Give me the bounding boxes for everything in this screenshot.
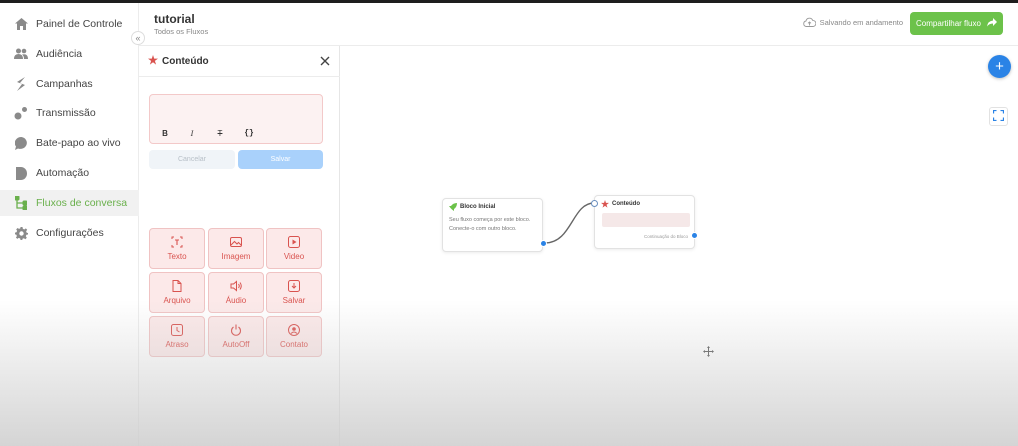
image-icon xyxy=(230,236,242,248)
bold-button[interactable]: B xyxy=(158,127,172,139)
broadcast-icon xyxy=(14,106,28,120)
cloud-sync-icon xyxy=(802,17,816,27)
block-video-button[interactable]: Video xyxy=(266,228,322,269)
video-icon xyxy=(288,236,300,248)
sidebar-item-label: Fluxos de conversa xyxy=(36,197,128,209)
gear-icon xyxy=(14,226,28,240)
users-icon xyxy=(14,47,28,61)
sidebar-item-live-chat[interactable]: Bate-papo ao vivo xyxy=(0,130,139,156)
star-icon xyxy=(148,52,158,70)
content-node[interactable]: Conteúdo Continuação do Bloco xyxy=(591,195,698,249)
contact-icon xyxy=(288,324,300,336)
sidebar-item-settings[interactable]: Configurações xyxy=(0,220,139,246)
block-text-button[interactable]: Texto xyxy=(149,228,205,269)
text-icon xyxy=(171,236,183,248)
power-icon xyxy=(230,324,242,336)
share-flow-label: Compartilhar fluxo xyxy=(916,19,981,28)
breadcrumb[interactable]: Todos os Fluxos xyxy=(154,27,208,36)
sidebar-item-dashboard[interactable]: Painel de Controle xyxy=(0,11,139,37)
block-save-button[interactable]: Salvar xyxy=(266,272,322,313)
block-contact-button[interactable]: Contato xyxy=(266,316,322,357)
block-label: Video xyxy=(283,252,305,261)
saving-status: Salvando em andamento xyxy=(802,17,903,27)
sidebar-item-label: Transmissão xyxy=(36,107,96,119)
block-label: Atraso xyxy=(165,340,189,349)
content-panel-title: Conteúdo xyxy=(162,55,209,67)
sidebar-item-label: Audiência xyxy=(36,48,83,60)
code-button[interactable]: {} xyxy=(242,127,256,139)
start-node-title: Bloco Inicial xyxy=(460,204,496,210)
saving-status-text: Salvando em andamento xyxy=(819,17,903,27)
add-block-button[interactable]: + xyxy=(988,55,1011,78)
sidebar-item-campaigns[interactable]: Campanhas xyxy=(0,71,139,97)
move-cursor-icon xyxy=(703,346,714,357)
italic-button[interactable]: I xyxy=(185,127,199,139)
sidebar-item-label: Painel de Controle xyxy=(36,18,123,30)
start-node-description: Seu fluxo começa por este bloco. Conecte… xyxy=(449,217,531,232)
sidebar: Painel de Controle Audiência Campanhas T… xyxy=(0,3,139,446)
block-label: Contato xyxy=(279,340,309,349)
expand-icon xyxy=(992,108,1005,126)
share-flow-button[interactable]: Compartilhar fluxo xyxy=(910,12,1003,35)
block-label: Arquivo xyxy=(163,296,191,305)
download-icon xyxy=(288,280,300,292)
chat-bubble-icon xyxy=(14,136,28,150)
home-icon xyxy=(14,17,28,31)
block-label: Imagem xyxy=(221,252,251,261)
rocket-icon xyxy=(449,203,457,211)
sidebar-item-automation[interactable]: Automação xyxy=(0,160,139,186)
sidebar-item-label: Campanhas xyxy=(36,78,93,90)
content-node-title: Conteúdo xyxy=(612,201,640,207)
close-icon[interactable] xyxy=(318,54,332,68)
block-label: Texto xyxy=(167,252,187,261)
block-autooff-button[interactable]: AutoOff xyxy=(208,316,264,357)
campaign-icon xyxy=(14,77,28,91)
star-icon xyxy=(601,200,609,208)
block-label: Áudio xyxy=(225,296,247,305)
sidebar-item-label: Bate-papo ao vivo xyxy=(36,137,121,149)
cancel-button[interactable]: Cancelar xyxy=(149,150,235,169)
content-panel: Conteúdo B I T {} Cancelar Salvar Texto … xyxy=(139,46,340,446)
content-node-placeholder xyxy=(602,213,690,227)
content-node-output-handle[interactable] xyxy=(691,232,698,239)
save-button[interactable]: Salvar xyxy=(238,150,323,169)
block-image-button[interactable]: Imagem xyxy=(208,228,264,269)
strikethrough-button[interactable]: T xyxy=(213,127,227,139)
sidebar-item-audience[interactable]: Audiência xyxy=(0,41,139,67)
flow-canvas[interactable]: Bloco Inicial Seu fluxo começa por este … xyxy=(340,46,1018,446)
clock-icon xyxy=(171,324,183,336)
content-node-continue-label: Continuação do Bloco xyxy=(643,234,688,239)
block-label: Salvar xyxy=(282,296,306,305)
sidebar-item-label: Configurações xyxy=(36,227,104,239)
share-arrow-icon xyxy=(986,18,997,29)
sidebar-item-conversation-flows[interactable]: Fluxos de conversa xyxy=(0,190,139,216)
page-title: tutorial xyxy=(154,12,195,26)
double-chevron-left-icon: « xyxy=(135,33,141,43)
message-editor-input[interactable] xyxy=(158,101,316,121)
start-node[interactable]: Bloco Inicial Seu fluxo começa por este … xyxy=(442,198,547,252)
sidebar-item-broadcast[interactable]: Transmissão xyxy=(0,100,139,126)
block-file-button[interactable]: Arquivo xyxy=(149,272,205,313)
sidebar-item-label: Automação xyxy=(36,167,90,179)
content-panel-header: Conteúdo xyxy=(139,46,340,77)
message-editor[interactable]: B I T {} xyxy=(149,94,323,144)
block-label: AutoOff xyxy=(222,340,250,349)
automation-icon xyxy=(14,166,28,180)
block-delay-button[interactable]: Atraso xyxy=(149,316,205,357)
content-node-input-handle[interactable] xyxy=(591,200,598,207)
start-node-output-handle[interactable] xyxy=(540,240,547,247)
audio-icon xyxy=(230,280,242,292)
flow-branch-icon xyxy=(14,196,28,210)
file-icon xyxy=(171,280,183,292)
flow-header: tutorial Todos os Fluxos Salvando em and… xyxy=(139,3,1018,46)
fit-view-button[interactable] xyxy=(989,107,1008,126)
block-audio-button[interactable]: Áudio xyxy=(208,272,264,313)
sidebar-collapse-button[interactable]: « xyxy=(131,31,145,45)
